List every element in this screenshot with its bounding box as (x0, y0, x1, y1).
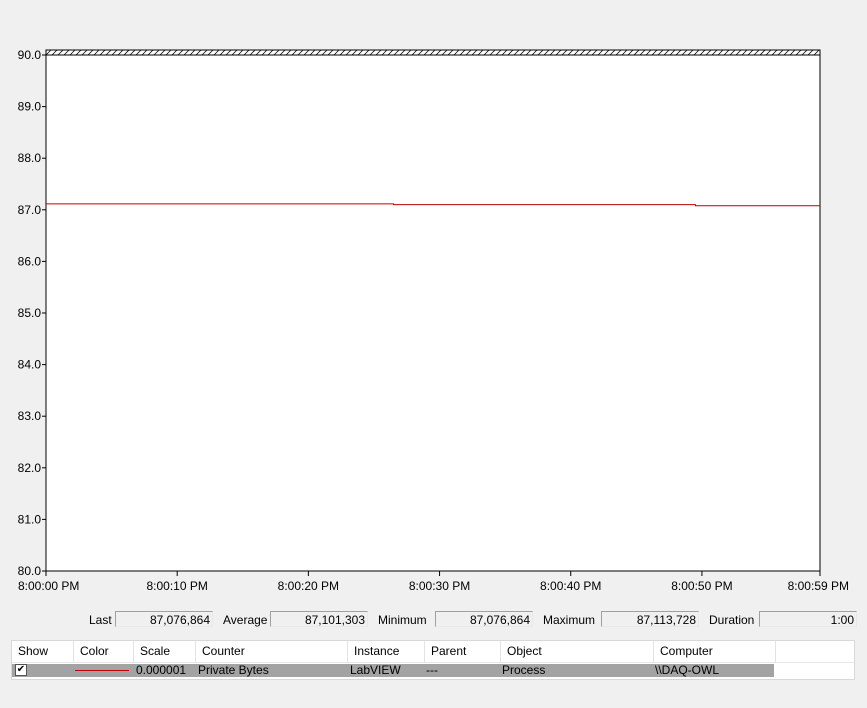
y-tick-label: 86.0 (18, 254, 42, 268)
duration-value: 1:00 (759, 611, 857, 627)
y-axis: 80.0 81.0 82.0 83.0 84.0 85.0 86.0 87.0 88.0 89.0… (18, 48, 46, 578)
y-tick-label: 80.0 (18, 564, 42, 578)
y-tick-label: 89.0 (18, 100, 42, 114)
minimum-value: 87,076,864 (435, 611, 533, 627)
y-tick-label: 87.0 (18, 203, 42, 217)
parent-cell: --- (426, 663, 438, 677)
column-header-object[interactable]: Object (501, 641, 654, 662)
computer-cell: \\DAQ-OWL (655, 663, 720, 677)
x-axis: 8:00:00 PM 8:00:10 PM 8:00:20 PM 8:00:30 PM… (18, 571, 849, 593)
column-header-counter[interactable]: Counter (196, 641, 348, 662)
legend-row[interactable]: ✔ 0.000001 Private Bytes LabVIEW --- Pro… (12, 664, 774, 677)
counter-cell: Private Bytes (198, 663, 269, 677)
average-label: Average (223, 613, 268, 627)
y-tick-label: 83.0 (18, 409, 42, 423)
show-checkbox[interactable]: ✔ (15, 664, 27, 676)
last-value: 87,076,864 (115, 611, 213, 627)
column-header-color[interactable]: Color (74, 641, 134, 662)
average-value: 87,101,303 (270, 611, 368, 627)
y-tick-label: 88.0 (18, 151, 42, 165)
x-tick-label: 8:00:00 PM (18, 579, 79, 593)
minimum-label: Minimum (378, 613, 427, 627)
column-header-computer[interactable]: Computer (654, 641, 776, 662)
y-tick-label: 81.0 (18, 512, 42, 526)
y-tick-label: 85.0 (18, 306, 42, 320)
column-header-scale[interactable]: Scale (134, 641, 196, 662)
maximum-label: Maximum (543, 613, 596, 627)
counter-legend-table: Show Color Scale Counter Instance Parent… (11, 640, 855, 680)
performance-chart: 80.0 81.0 82.0 83.0 84.0 85.0 86.0 87.0 88.0 89.0… (18, 48, 849, 593)
duration-label: Duration (709, 613, 755, 627)
scale-cell: 0.000001 (136, 663, 187, 677)
object-cell: Process (502, 663, 546, 677)
x-tick-label: 8:00:59 PM (788, 579, 849, 593)
plot-area (45, 54, 821, 572)
series-color-swatch (75, 670, 129, 671)
x-tick-label: 8:00:10 PM (146, 579, 207, 593)
x-tick-label: 8:00:30 PM (409, 579, 470, 593)
chart-top-hatch-band (45, 49, 821, 56)
x-tick-label: 8:00:40 PM (540, 579, 601, 593)
column-header-show[interactable]: Show (12, 641, 74, 662)
y-tick-label: 84.0 (18, 358, 42, 372)
instance-cell: LabVIEW (350, 663, 401, 677)
last-label: Last (89, 613, 112, 627)
x-tick-label: 8:00:20 PM (278, 579, 339, 593)
y-tick-label: 82.0 (18, 461, 42, 475)
x-tick-label: 8:00:50 PM (671, 579, 732, 593)
y-tick-label: 90.0 (18, 48, 42, 62)
column-header-instance[interactable]: Instance (348, 641, 425, 662)
column-header-parent[interactable]: Parent (425, 641, 501, 662)
statistics-bar: Last 87,076,864 Average 87,101,303 Minim… (0, 611, 867, 629)
legend-header: Show Color Scale Counter Instance Parent… (12, 641, 854, 663)
maximum-value: 87,113,728 (601, 611, 699, 627)
